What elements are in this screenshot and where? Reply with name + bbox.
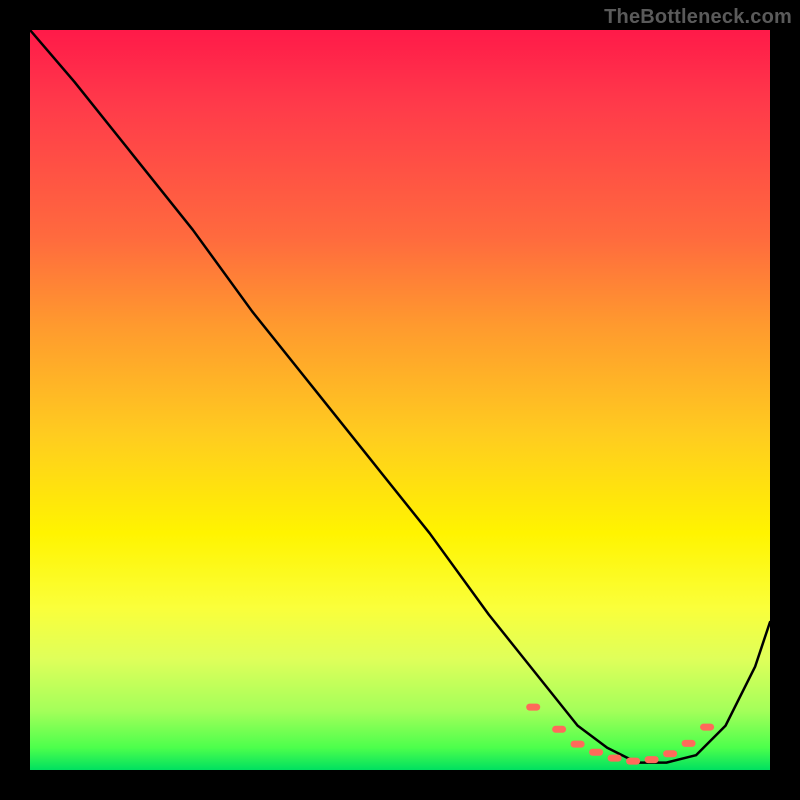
bottleneck-curve — [30, 30, 770, 763]
marker-group — [526, 704, 714, 765]
optimal-marker — [682, 740, 696, 747]
optimal-marker — [571, 741, 585, 748]
optimal-marker — [645, 756, 659, 763]
plot-area — [30, 30, 770, 770]
optimal-marker — [663, 750, 677, 757]
optimal-marker — [552, 726, 566, 733]
optimal-marker — [526, 704, 540, 711]
optimal-marker — [626, 758, 640, 765]
optimal-marker — [700, 724, 714, 731]
chart-canvas: TheBottleneck.com — [0, 0, 800, 800]
curve-group — [30, 30, 770, 763]
optimal-marker — [589, 749, 603, 756]
chart-svg — [30, 30, 770, 770]
optimal-marker — [608, 755, 622, 762]
watermark-text: TheBottleneck.com — [604, 6, 792, 29]
